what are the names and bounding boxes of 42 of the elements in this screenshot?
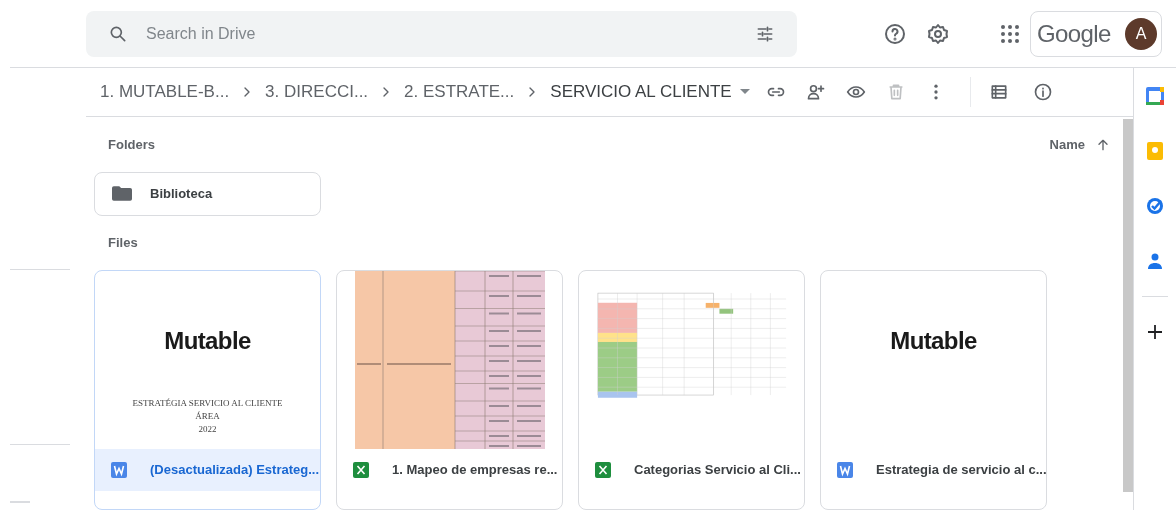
- section-heading: Folders: [108, 135, 155, 154]
- breadcrumb-link[interactable]: 3. DIRECCI...: [265, 79, 369, 105]
- file-card[interactable]: 1. Mapeo de empresas re...: [336, 270, 563, 510]
- breadcrumb-link[interactable]: SERVICIO AL CLIENTE: [550, 79, 732, 105]
- account-button[interactable]: Google A: [1030, 10, 1162, 57]
- file-name: Categorias Servicio al Cli...: [634, 461, 801, 480]
- doc-icon: [111, 462, 127, 478]
- person-icon[interactable]: [1145, 251, 1165, 271]
- breadcrumb-link[interactable]: 1. MUTABLE-B...: [100, 79, 230, 105]
- folder-icon: [112, 186, 132, 202]
- sheet-icon: [595, 462, 611, 478]
- doc-icon: [837, 462, 853, 478]
- avatar[interactable]: A: [1125, 17, 1157, 50]
- sheet-icon: [353, 462, 369, 478]
- document-text: ESTRATÉGIA SERVICIO AL CLIENTE: [132, 397, 283, 409]
- folder-card[interactable]: Biblioteca: [94, 172, 321, 216]
- scrollbar-thumb[interactable]: [1123, 119, 1133, 492]
- info-icon[interactable]: [1032, 82, 1053, 102]
- file-card[interactable]: Mutable ESTRATÉGIA SERVICIO AL CLIENTE ÁREA 2022 (Desactualizada) Estrateg...: [94, 270, 321, 510]
- file-card[interactable]: Categorias Servicio al Cli...: [578, 270, 805, 510]
- breadcrumb-link[interactable]: 2. ESTRATE...: [404, 79, 515, 105]
- file-name: (Desactualizada) Estrateg...: [150, 461, 320, 480]
- document-text: ÁREA: [195, 410, 220, 422]
- search-input[interactable]: Search in Drive: [146, 21, 737, 46]
- file-name: Estrategia de servicio al c...: [876, 461, 1046, 480]
- file-card[interactable]: Mutable Estrategia de servicio al c...: [820, 270, 1047, 510]
- document-text: 2022: [198, 423, 217, 435]
- logo-text: Mutable: [890, 329, 977, 353]
- settings-icon[interactable]: [926, 21, 950, 46]
- check-circle-icon[interactable]: [1145, 196, 1165, 216]
- file-name: 1. Mapeo de empresas re...: [392, 461, 558, 480]
- dropdown-caret-icon[interactable]: [739, 89, 750, 95]
- brand-text: Google: [1037, 18, 1111, 49]
- add-person-icon[interactable]: [805, 82, 826, 102]
- section-heading: Files: [108, 234, 138, 253]
- search-field[interactable]: Search in Drive: [86, 10, 797, 57]
- logo-text: Mutable: [164, 329, 251, 353]
- folder-name: Biblioteca: [150, 185, 213, 204]
- help-icon[interactable]: [883, 21, 907, 46]
- plus-icon[interactable]: [1145, 322, 1165, 342]
- calendar-icon[interactable]: [1145, 86, 1165, 106]
- sort-button[interactable]: Name: [1049, 134, 1111, 155]
